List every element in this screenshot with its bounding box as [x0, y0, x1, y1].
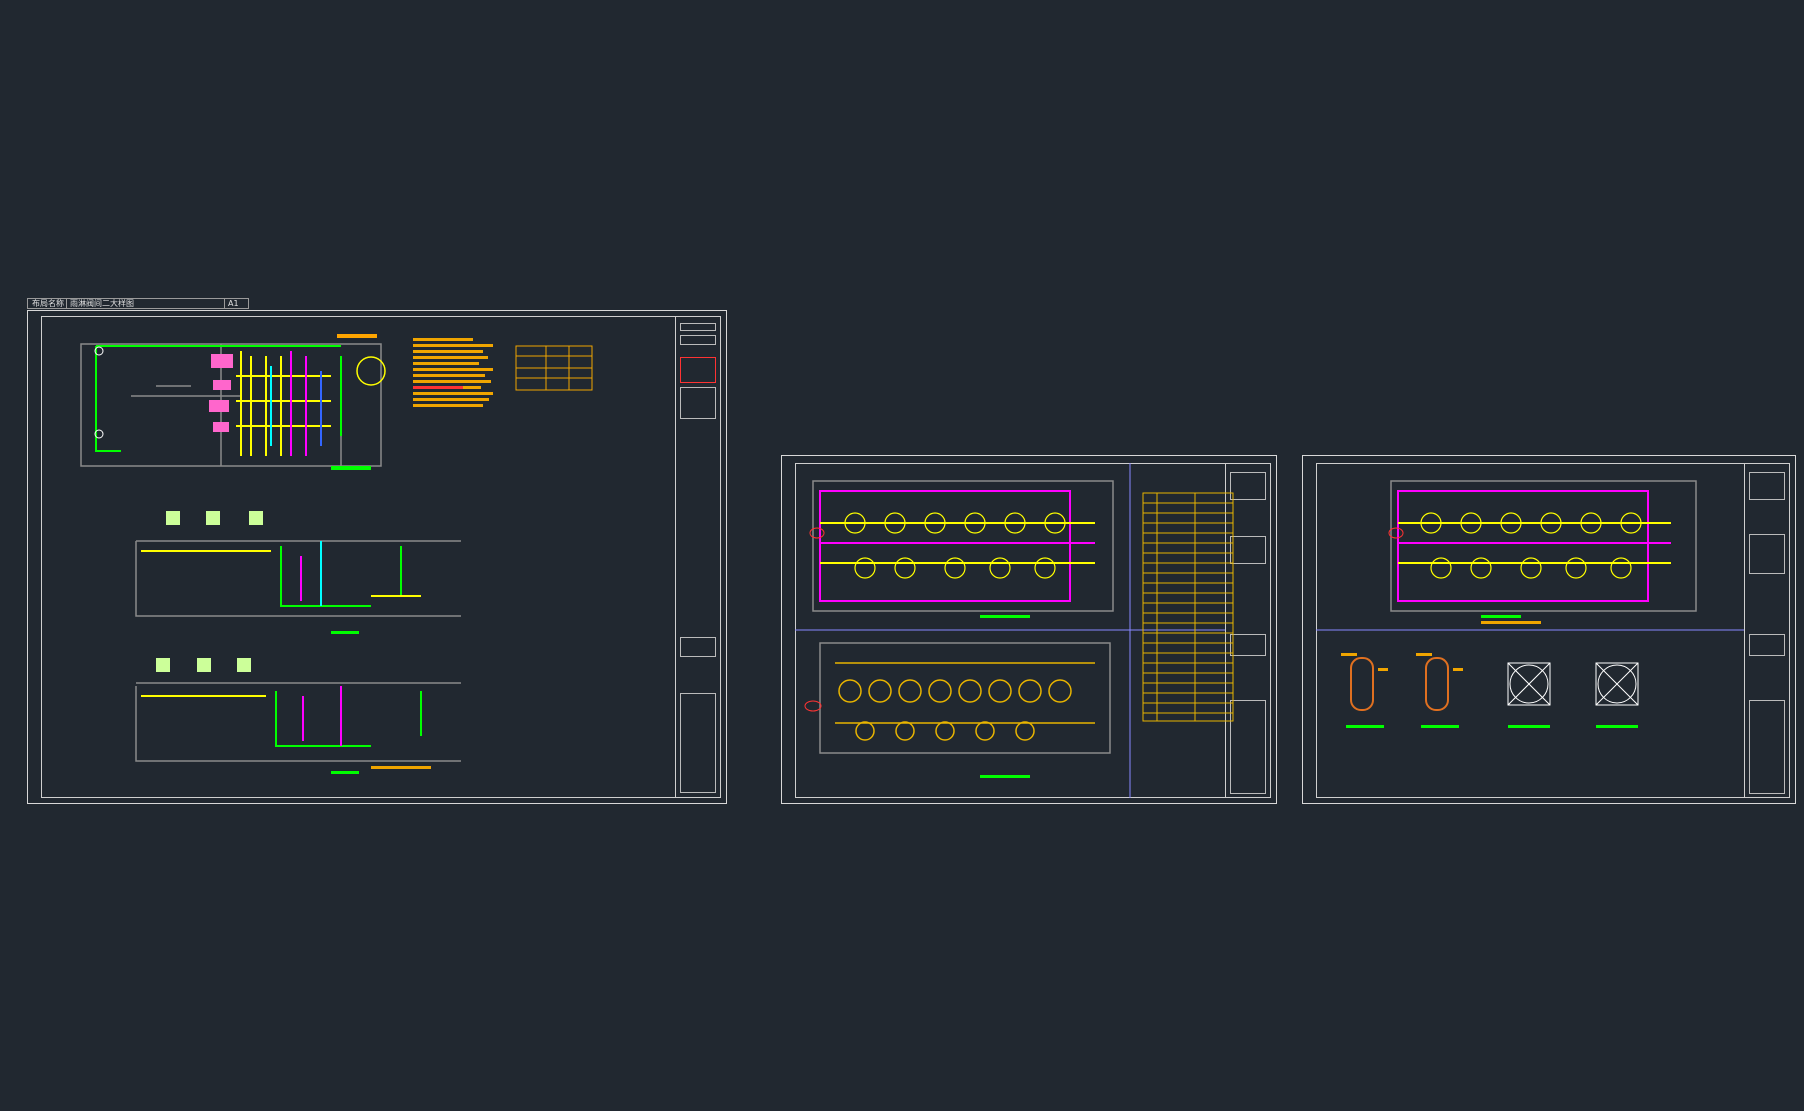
drawing-sheet-3[interactable]	[1302, 455, 1796, 804]
sheet-1-plan-drawing	[80, 334, 593, 774]
layout-tab-cell-3: A1	[228, 299, 239, 308]
layout-tab-cell-2: 雨淋阀间二大样图	[70, 299, 134, 308]
sheet-2-plan-drawing	[795, 463, 1234, 798]
sheet-3-detail-drawing	[1316, 480, 1744, 728]
layout-tab[interactable]: 布局名称 雨淋阀间二大样图 A1	[27, 298, 249, 309]
drawing-sheet-1[interactable]	[27, 310, 727, 804]
drawing-sheet-2[interactable]	[781, 455, 1277, 804]
layout-tab-cell-1: 布局名称	[32, 299, 64, 308]
